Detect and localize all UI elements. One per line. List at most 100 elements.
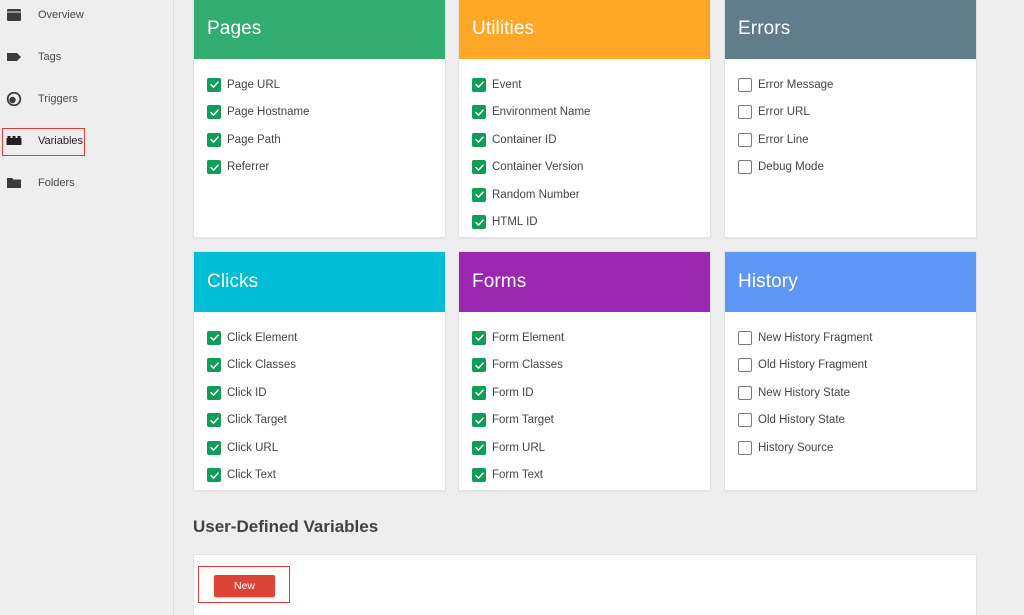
variable-item-form-id[interactable]: Form ID bbox=[459, 379, 710, 407]
checkbox-checked-icon[interactable] bbox=[207, 385, 221, 400]
variable-item-click-element[interactable]: Click Element bbox=[194, 324, 445, 352]
variable-item-label: Form ID bbox=[492, 386, 534, 399]
checkbox-unchecked-icon[interactable] bbox=[738, 132, 752, 147]
tag-icon bbox=[7, 53, 21, 61]
overview-icon bbox=[7, 9, 21, 21]
variable-item-label: Container Version bbox=[492, 161, 584, 174]
variable-item-label: Click Text bbox=[227, 469, 276, 482]
checkbox-unchecked-icon[interactable] bbox=[738, 105, 752, 120]
checkbox-unchecked-icon[interactable] bbox=[738, 440, 752, 455]
variable-item-label: Click Element bbox=[227, 331, 298, 344]
variable-item-form-url[interactable]: Form URL bbox=[459, 434, 710, 462]
variable-item-click-url[interactable]: Click URL bbox=[194, 434, 445, 462]
variable-item-error-line[interactable]: Error Line bbox=[725, 126, 976, 154]
sidebar-item-triggers[interactable]: Triggers bbox=[0, 85, 174, 113]
variable-item-error-message[interactable]: Error Message bbox=[725, 71, 976, 99]
variable-item-label: Form Element bbox=[492, 331, 565, 344]
sidebar-item-overview[interactable]: Overview bbox=[0, 1, 174, 29]
variable-item-label: Click ID bbox=[227, 386, 267, 399]
checkbox-checked-icon[interactable] bbox=[207, 440, 221, 455]
checkbox-unchecked-icon[interactable] bbox=[738, 413, 752, 428]
variable-item-form-classes[interactable]: Form Classes bbox=[459, 352, 710, 380]
card-title: Pages bbox=[194, 0, 445, 59]
variable-item-label: Page Hostname bbox=[227, 106, 310, 119]
variable-item-page-url[interactable]: Page URL bbox=[194, 71, 445, 99]
new-variable-button[interactable]: New bbox=[214, 575, 275, 597]
variable-item-new-history-fragment[interactable]: New History Fragment bbox=[725, 324, 976, 352]
variable-item-label: Event bbox=[492, 78, 522, 91]
variable-item-page-path[interactable]: Page Path bbox=[194, 126, 445, 154]
checkbox-checked-icon[interactable] bbox=[472, 440, 486, 455]
variable-item-click-text[interactable]: Click Text bbox=[194, 462, 445, 490]
variable-item-label: Click Target bbox=[227, 414, 287, 427]
variable-item-old-history-state[interactable]: Old History State bbox=[725, 407, 976, 435]
checkbox-checked-icon[interactable] bbox=[472, 330, 486, 345]
variable-item-old-history-fragment[interactable]: Old History Fragment bbox=[725, 352, 976, 380]
variable-item-label: Page Path bbox=[227, 133, 281, 146]
variable-item-label: Debug Mode bbox=[758, 161, 824, 174]
variable-item-label: Click URL bbox=[227, 441, 279, 454]
app-root: Overview Tags Triggers Variables Folders… bbox=[0, 0, 1024, 615]
variable-item-label: New History State bbox=[758, 386, 851, 399]
checkbox-checked-icon[interactable] bbox=[207, 132, 221, 147]
variable-item-debug-mode[interactable]: Debug Mode bbox=[725, 154, 976, 182]
checkbox-checked-icon[interactable] bbox=[472, 358, 486, 373]
checkbox-checked-icon[interactable] bbox=[207, 105, 221, 120]
variable-item-label: Form Classes bbox=[492, 359, 563, 372]
sidebar-item-variables[interactable]: Variables bbox=[0, 127, 174, 155]
sidebar-item-label: Triggers bbox=[38, 93, 78, 105]
variable-item-random-number[interactable]: Random Number bbox=[459, 181, 710, 209]
sidebar-item-label: Variables bbox=[38, 135, 84, 147]
variable-item-new-history-state[interactable]: New History State bbox=[725, 379, 976, 407]
variable-item-error-url[interactable]: Error URL bbox=[725, 99, 976, 127]
card-title: Clicks bbox=[194, 252, 445, 312]
user-defined-variables-card bbox=[193, 554, 977, 615]
variable-item-label: Error Line bbox=[758, 133, 809, 146]
variable-item-label: Container ID bbox=[492, 133, 557, 146]
checkbox-checked-icon[interactable] bbox=[207, 358, 221, 373]
checkbox-checked-icon[interactable] bbox=[472, 468, 486, 483]
checkbox-checked-icon[interactable] bbox=[472, 77, 486, 92]
checkbox-checked-icon[interactable] bbox=[472, 413, 486, 428]
variable-item-form-element[interactable]: Form Element bbox=[459, 324, 710, 352]
variable-item-container-id[interactable]: Container ID bbox=[459, 126, 710, 154]
variable-item-referrer[interactable]: Referrer bbox=[194, 154, 445, 182]
variable-item-html-id[interactable]: HTML ID bbox=[459, 209, 710, 237]
checkbox-unchecked-icon[interactable] bbox=[738, 160, 752, 175]
checkbox-checked-icon[interactable] bbox=[472, 160, 486, 175]
checkbox-checked-icon[interactable] bbox=[207, 77, 221, 92]
checkbox-unchecked-icon[interactable] bbox=[738, 330, 752, 345]
sidebar-item-label: Folders bbox=[38, 177, 75, 189]
variable-item-form-target[interactable]: Form Target bbox=[459, 407, 710, 435]
variable-item-label: Random Number bbox=[492, 188, 580, 201]
variable-item-label: Error Message bbox=[758, 78, 834, 91]
variable-item-event[interactable]: Event bbox=[459, 71, 710, 99]
checkbox-unchecked-icon[interactable] bbox=[738, 77, 752, 92]
card-title: Errors bbox=[725, 0, 976, 59]
sidebar-item-folders[interactable]: Folders bbox=[0, 169, 174, 197]
checkbox-checked-icon[interactable] bbox=[472, 215, 486, 230]
checkbox-checked-icon[interactable] bbox=[207, 330, 221, 345]
variable-item-click-id[interactable]: Click ID bbox=[194, 379, 445, 407]
checkbox-checked-icon[interactable] bbox=[472, 385, 486, 400]
variable-item-history-source[interactable]: History Source bbox=[725, 434, 976, 462]
sidebar-item-label: Overview bbox=[38, 9, 84, 21]
checkbox-checked-icon[interactable] bbox=[472, 187, 486, 202]
variables-icon bbox=[6, 136, 22, 145]
variable-item-page-hostname[interactable]: Page Hostname bbox=[194, 99, 445, 127]
variable-item-form-text[interactable]: Form Text bbox=[459, 462, 710, 490]
checkbox-checked-icon[interactable] bbox=[472, 132, 486, 147]
card-utilities: Utilities Event Environment Name Container… bbox=[458, 0, 711, 238]
checkbox-checked-icon[interactable] bbox=[472, 105, 486, 120]
checkbox-checked-icon[interactable] bbox=[207, 468, 221, 483]
sidebar-item-tags[interactable]: Tags bbox=[0, 43, 174, 71]
variable-item-click-classes[interactable]: Click Classes bbox=[194, 352, 445, 380]
checkbox-unchecked-icon[interactable] bbox=[738, 385, 752, 400]
checkbox-checked-icon[interactable] bbox=[207, 160, 221, 175]
checkbox-unchecked-icon[interactable] bbox=[738, 358, 752, 373]
variable-item-click-target[interactable]: Click Target bbox=[194, 407, 445, 435]
card-list: New History Fragment Old History Fragment… bbox=[725, 312, 976, 462]
variable-item-container-version[interactable]: Container Version bbox=[459, 154, 710, 182]
variable-item-environment-name[interactable]: Environment Name bbox=[459, 99, 710, 127]
checkbox-checked-icon[interactable] bbox=[207, 413, 221, 428]
